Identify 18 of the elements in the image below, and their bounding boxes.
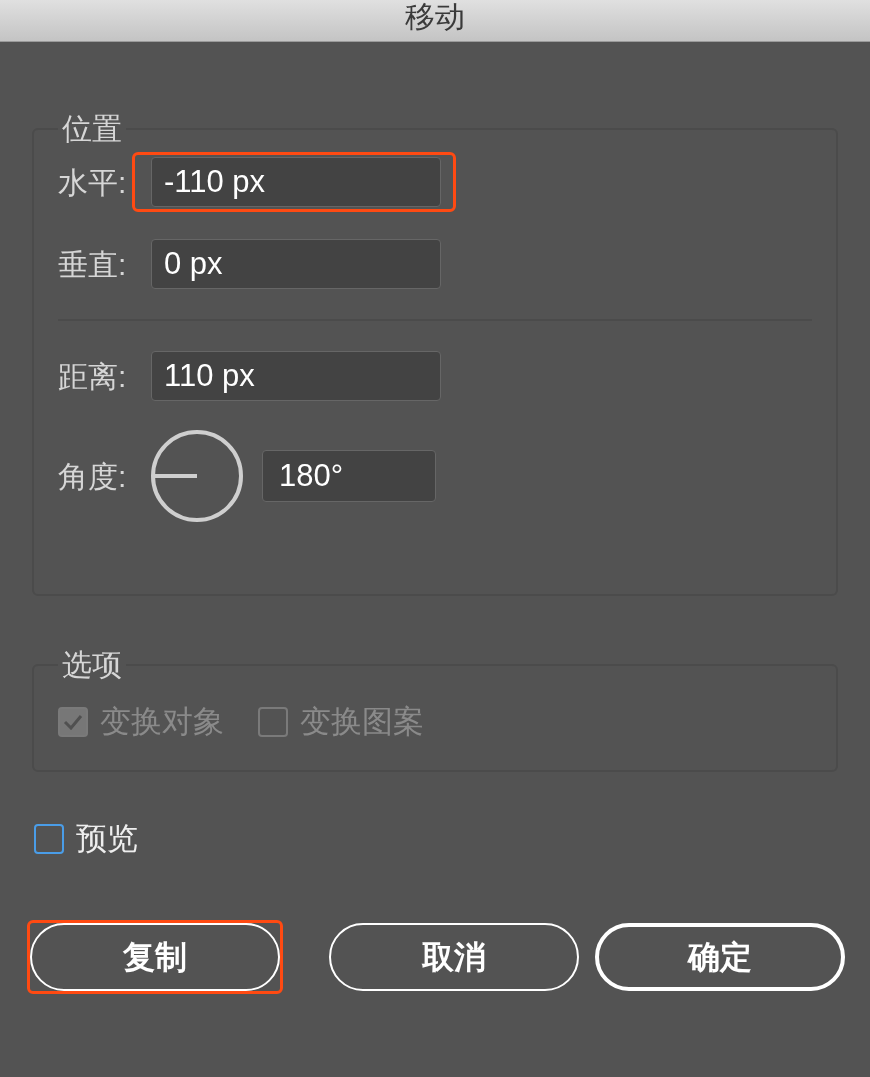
field-label: 角度:: [58, 458, 128, 495]
group-title: 选项: [61, 647, 123, 683]
checkmark-icon: [63, 714, 83, 731]
dialog-button[interactable]: 复制: [30, 922, 280, 991]
checkbox[interactable]: [34, 824, 64, 855]
checkbox-label: 预览: [76, 820, 138, 858]
group-title: 位置: [61, 111, 123, 147]
field-label: 水平:: [58, 164, 128, 201]
window-title: 移动: [405, 0, 465, 34]
field-label: 垂直:: [58, 246, 128, 283]
input-field[interactable]: 0 px: [151, 239, 441, 289]
input-field[interactable]: -110 px: [151, 157, 441, 207]
field-label: 距离:: [58, 358, 128, 395]
dialog-button[interactable]: 取消: [329, 922, 579, 991]
angle-field[interactable]: 180°: [262, 450, 436, 502]
dialog-button[interactable]: 确定: [595, 922, 845, 991]
angle-dial[interactable]: [150, 429, 244, 523]
input-field[interactable]: 110 px: [151, 351, 441, 401]
